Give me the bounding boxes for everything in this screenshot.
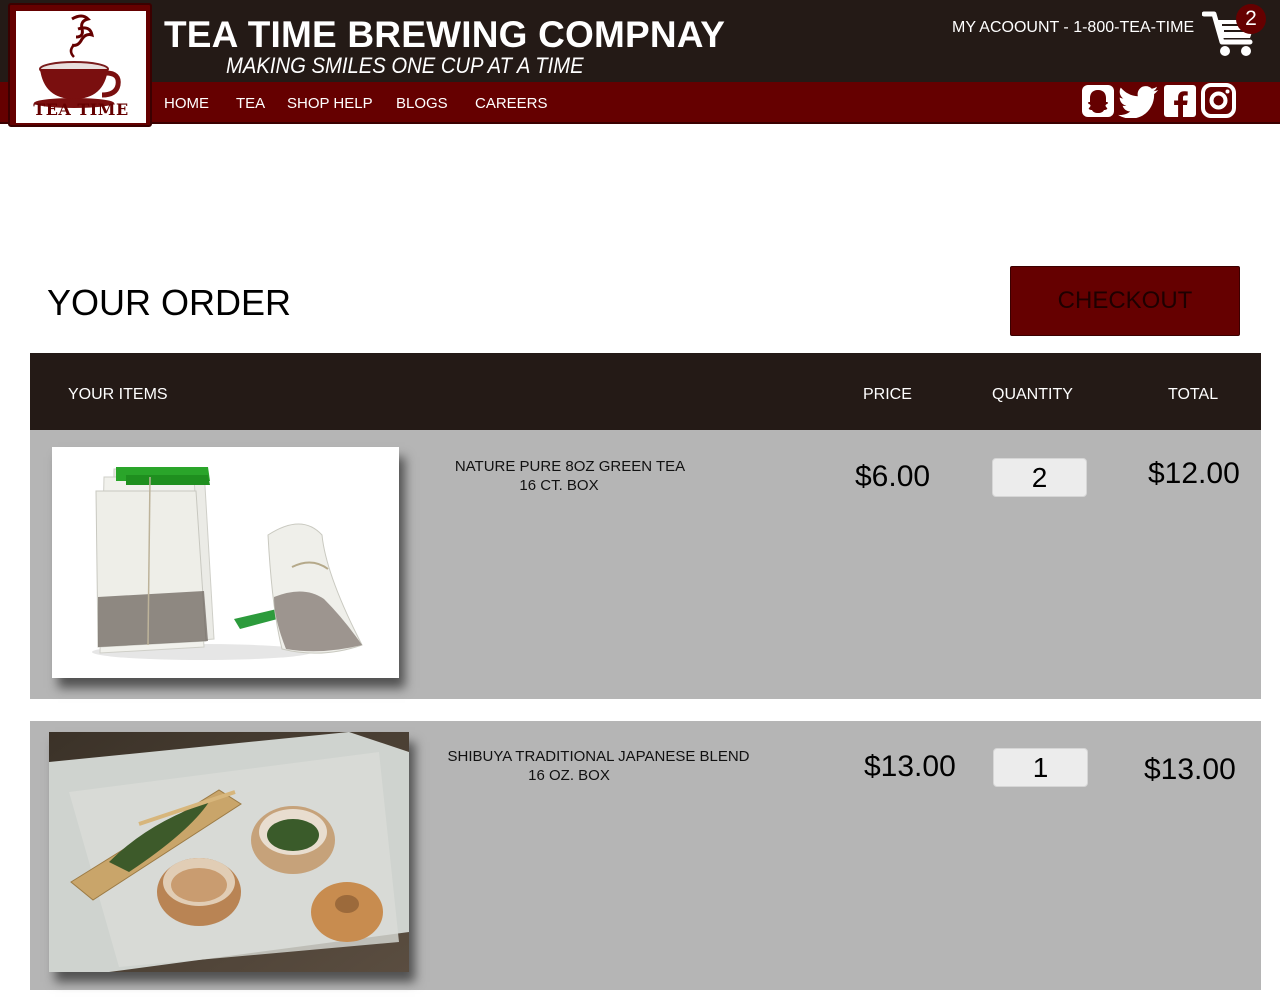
brand-tagline: MAKING SMILES ONE CUP AT A TIME [226,53,584,78]
nav-blogs[interactable]: BLOGS [396,95,448,112]
cart-count-badge: 2 [1236,4,1266,34]
quantity-input[interactable]: 1 [993,748,1088,787]
header-total: TOTAL [1168,386,1219,403]
instagram-icon[interactable] [1200,82,1237,119]
japanese-tea-set-image [49,732,409,972]
account-link[interactable]: MY ACOOUNT - 1-800-TEA-TIME [952,19,1194,37]
logo-text: TEA TIME [33,100,129,119]
product-price: $13.00 [864,750,956,783]
page-title: YOUR ORDER [47,282,292,323]
nav-careers[interactable]: CAREERS [475,95,548,112]
quantity-input[interactable]: 2 [992,458,1087,497]
header-your-items: YOUR ITEMS [68,386,168,403]
nav-shop-help[interactable]: SHOP HELP [287,95,373,112]
header-price: PRICE [863,386,912,403]
product-name-line1: SHIBUYA TRADITIONAL JAPANESE BLEND [447,748,750,765]
product-image-japanese-blend[interactable] [49,732,409,972]
brand-title: TEA TIME BREWING COMPNAY [164,14,726,55]
facebook-icon[interactable] [1163,84,1197,118]
page: TEA TIME TEA TIME BREWING COMPNAY MAKING… [0,0,1280,999]
product-price: $6.00 [855,460,931,493]
logo[interactable]: TEA TIME [8,3,152,127]
nav-home[interactable]: HOME [164,95,209,112]
product-name-line2: 16 OZ. BOX [528,767,610,784]
product-name-line1: NATURE PURE 8OZ GREEN TEA [454,458,686,475]
checkout-button[interactable]: CHECKOUT [1010,266,1240,336]
product-total: $12.00 [1148,457,1240,490]
tea-bags-image [52,447,399,678]
product-name-line2: 16 CT. BOX [519,477,599,494]
product-total: $13.00 [1144,753,1236,786]
snapchat-icon[interactable] [1081,84,1115,118]
product-image-green-tea[interactable] [52,447,399,678]
logo-image: TEA TIME [16,11,146,123]
twitter-icon[interactable] [1118,84,1160,118]
order-table-header [30,353,1261,430]
header-quantity: QUANTITY [992,386,1073,403]
nav-tea[interactable]: TEA [236,95,265,112]
